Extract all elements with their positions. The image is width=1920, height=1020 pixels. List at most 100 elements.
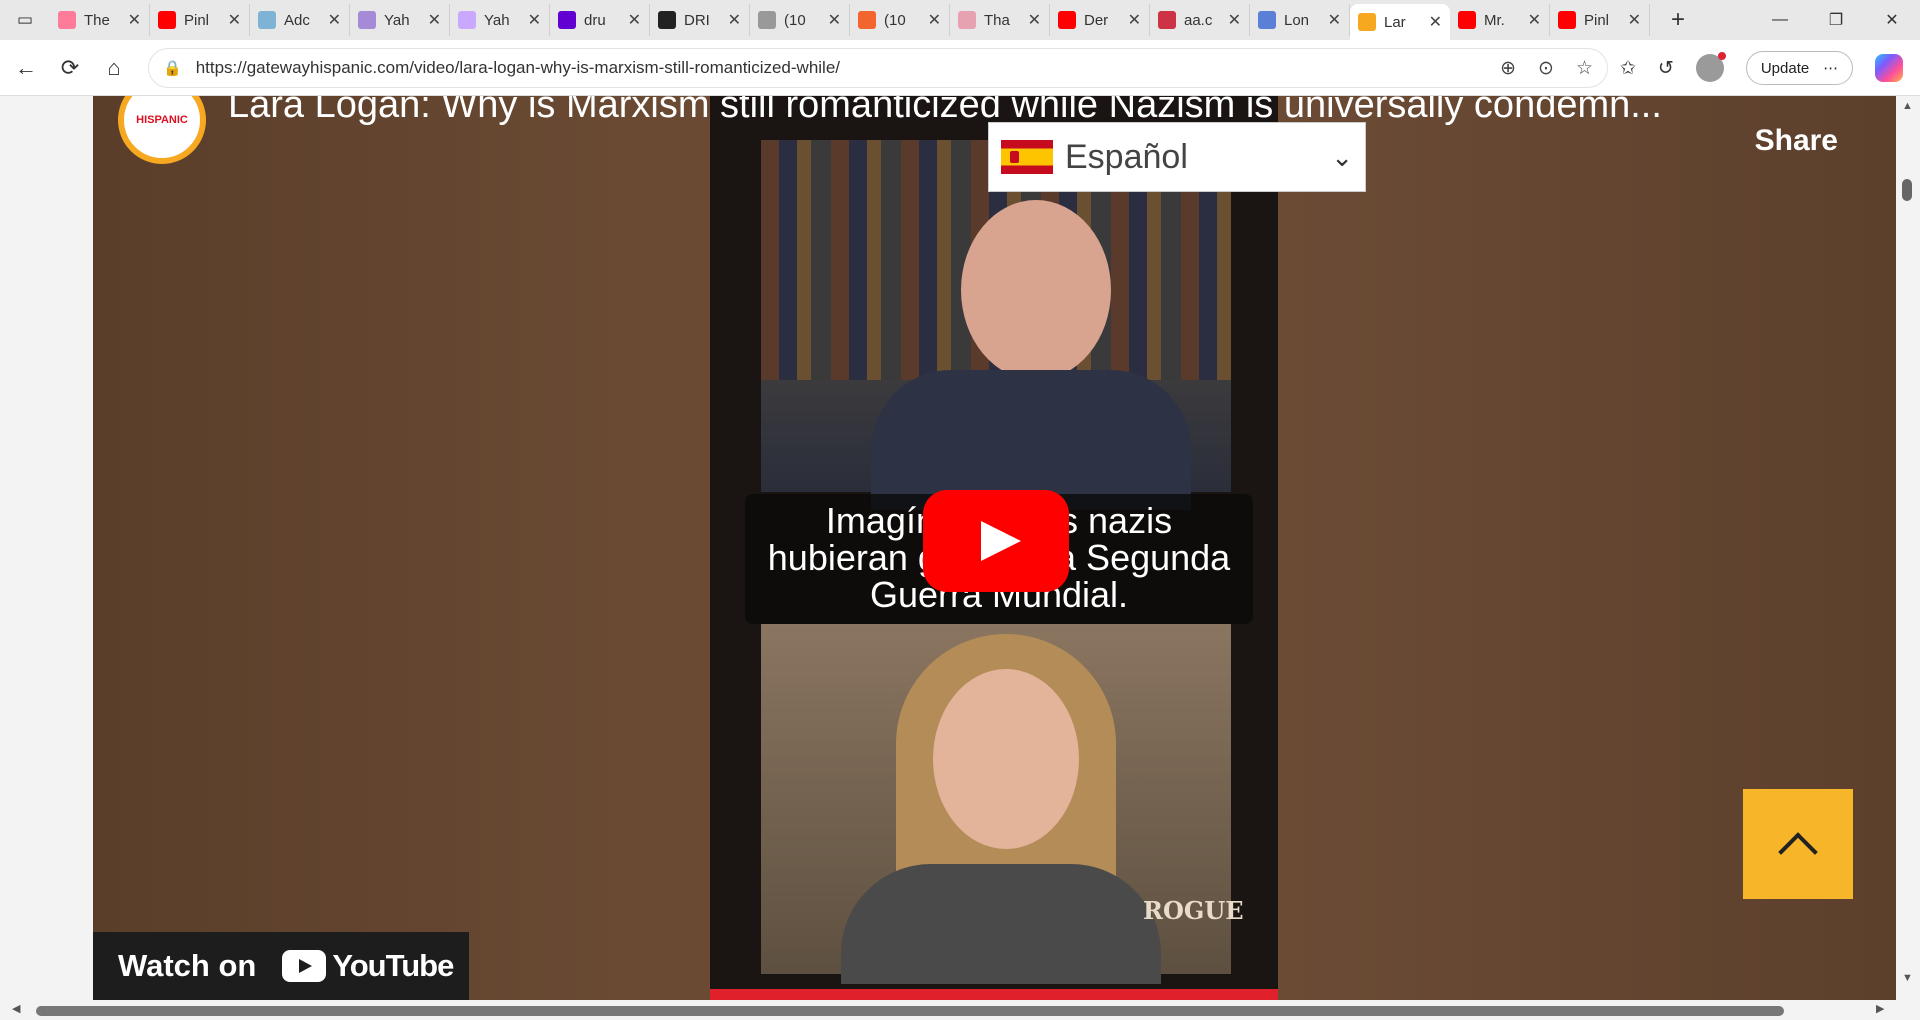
browser-tab[interactable]: Yah ✕ [350,4,450,36]
horizontal-scrollbar[interactable]: ◀ ▶ [0,1000,1920,1020]
close-tab-icon[interactable]: ✕ [128,10,141,30]
close-tab-icon[interactable]: ✕ [828,10,841,30]
channel-logo-text: HISPANIC [136,114,188,126]
tab-title: Pinl [184,11,210,29]
close-tab-icon[interactable]: ✕ [1528,10,1541,30]
url-field[interactable]: 🔒 https://gatewayhispanic.com/video/lara… [148,48,1608,88]
tab-title: Tha [984,11,1010,29]
address-bar: ← ⟳ ⌂ 🔒 https://gatewayhispanic.com/vide… [0,40,1920,96]
close-tab-icon[interactable]: ✕ [328,10,341,30]
tab-title: (10 [884,11,906,29]
reader-icon[interactable]: ⊙ [1538,57,1554,80]
youtube-embed[interactable]: HISPANIC Imagínate si los nazis hubieran… [93,96,1898,1000]
close-tab-icon[interactable]: ✕ [1028,10,1041,30]
browser-tab[interactable]: (10 ✕ [850,4,950,36]
close-window-icon[interactable]: ✕ [1864,0,1920,40]
tab-favicon-icon [358,11,376,29]
video-title[interactable]: Lara Logan: Why is Marxism still romanti… [228,96,1662,127]
language-selector[interactable]: Español ⌄ [988,122,1366,192]
browser-tab[interactable]: Pinl ✕ [150,4,250,36]
new-tab-button[interactable]: + [1658,6,1698,34]
tab-actions-icon[interactable]: ▭ [0,0,50,40]
tab-favicon-icon [1158,11,1176,29]
browser-tab[interactable]: Adc ✕ [250,4,350,36]
history-icon[interactable]: ↺ [1658,57,1674,80]
tab-favicon-icon [558,11,576,29]
close-tab-icon[interactable]: ✕ [928,10,941,30]
browser-tab[interactable]: Lar ✕ [1350,4,1450,40]
close-tab-icon[interactable]: ✕ [728,10,741,30]
share-button[interactable]: Share [1755,124,1838,158]
url-text[interactable]: https://gatewayhispanic.com/video/lara-l… [196,58,1500,78]
browser-tab[interactable]: Yah ✕ [450,4,550,36]
close-tab-icon[interactable]: ✕ [1628,10,1641,30]
close-tab-icon[interactable]: ✕ [428,10,441,30]
vertical-scroll-thumb[interactable] [1902,179,1912,201]
browser-tab[interactable]: (10 ✕ [750,4,850,36]
tab-title: Yah [384,11,410,29]
browser-tab[interactable]: Lon ✕ [1250,4,1350,36]
scroll-up-icon[interactable]: ▲ [1902,100,1913,112]
browser-tab[interactable]: Mr. ✕ [1450,4,1550,36]
page-viewport: HISPANIC Imagínate si los nazis hubieran… [0,96,1900,1000]
youtube-play-icon [282,950,327,982]
tab-favicon-icon [1258,11,1276,29]
channel-logo[interactable]: HISPANIC [118,96,206,164]
tab-title: Adc [284,11,310,29]
language-selected: Español [1065,137,1188,176]
video-person-top [761,140,1231,510]
play-button[interactable] [923,490,1069,592]
tab-favicon-icon [1458,11,1476,29]
close-tab-icon[interactable]: ✕ [1228,10,1241,30]
close-tab-icon[interactable]: ✕ [1429,12,1442,32]
tab-title: aa.c [1184,11,1213,29]
browser-tab[interactable]: Der ✕ [1050,4,1150,36]
watch-on-youtube-button[interactable]: Watch on YouTube [93,932,469,1000]
close-tab-icon[interactable]: ✕ [1128,10,1141,30]
minimize-icon[interactable]: — [1752,0,1808,40]
vertical-scrollbar[interactable]: ▲ ▼ [1896,96,1920,1000]
close-tab-icon[interactable]: ✕ [628,10,641,30]
browser-tab[interactable]: The ✕ [50,4,150,36]
tab-title: Lar [1384,13,1406,31]
tab-favicon-icon [858,11,876,29]
lock-icon[interactable]: 🔒 [163,59,182,77]
close-tab-icon[interactable]: ✕ [228,10,241,30]
favorites-icon[interactable]: ✩ [1620,57,1636,80]
tab-favicon-icon [58,11,76,29]
tab-title: Yah [484,11,510,29]
tab-favicon-icon [458,11,476,29]
browser-tab[interactable]: DRI ✕ [650,4,750,36]
scroll-to-top-button[interactable] [1743,789,1853,899]
scroll-right-icon[interactable]: ▶ [1876,1002,1884,1015]
browser-tab[interactable]: Tha ✕ [950,4,1050,36]
tab-title: Der [1084,11,1109,29]
tab-title: Pinl [1584,11,1610,29]
browser-tab[interactable]: Pinl ✕ [1550,4,1650,36]
chevron-up-icon [1778,832,1818,872]
home-icon[interactable]: ⌂ [92,46,136,90]
show-watermark: ROGUE [1143,896,1244,925]
close-tab-icon[interactable]: ✕ [1328,10,1341,30]
tab-favicon-icon [958,11,976,29]
tab-favicon-icon [258,11,276,29]
favorite-star-icon[interactable]: ☆ [1576,57,1593,80]
update-button[interactable]: Update ⋯ [1745,51,1854,85]
copilot-icon[interactable] [1875,54,1904,82]
tab-favicon-icon [158,11,176,29]
youtube-wordmark: YouTube [332,948,454,983]
restore-icon[interactable]: ❐ [1808,0,1864,40]
chevron-down-icon: ⌄ [1331,141,1353,172]
tab-favicon-icon [1058,11,1076,29]
close-tab-icon[interactable]: ✕ [528,10,541,30]
scroll-down-icon[interactable]: ▼ [1902,972,1913,984]
profile-avatar[interactable] [1695,52,1726,82]
horizontal-scroll-thumb[interactable] [36,1006,1784,1016]
scroll-left-icon[interactable]: ◀ [12,1002,20,1015]
back-icon[interactable]: ← [4,46,48,90]
refresh-icon[interactable]: ⟳ [48,46,92,90]
browser-tab[interactable]: dru ✕ [550,4,650,36]
watch-on-label: Watch on [118,948,257,983]
browser-tab[interactable]: aa.c ✕ [1150,4,1250,36]
zoom-icon[interactable]: ⊕ [1500,57,1516,80]
